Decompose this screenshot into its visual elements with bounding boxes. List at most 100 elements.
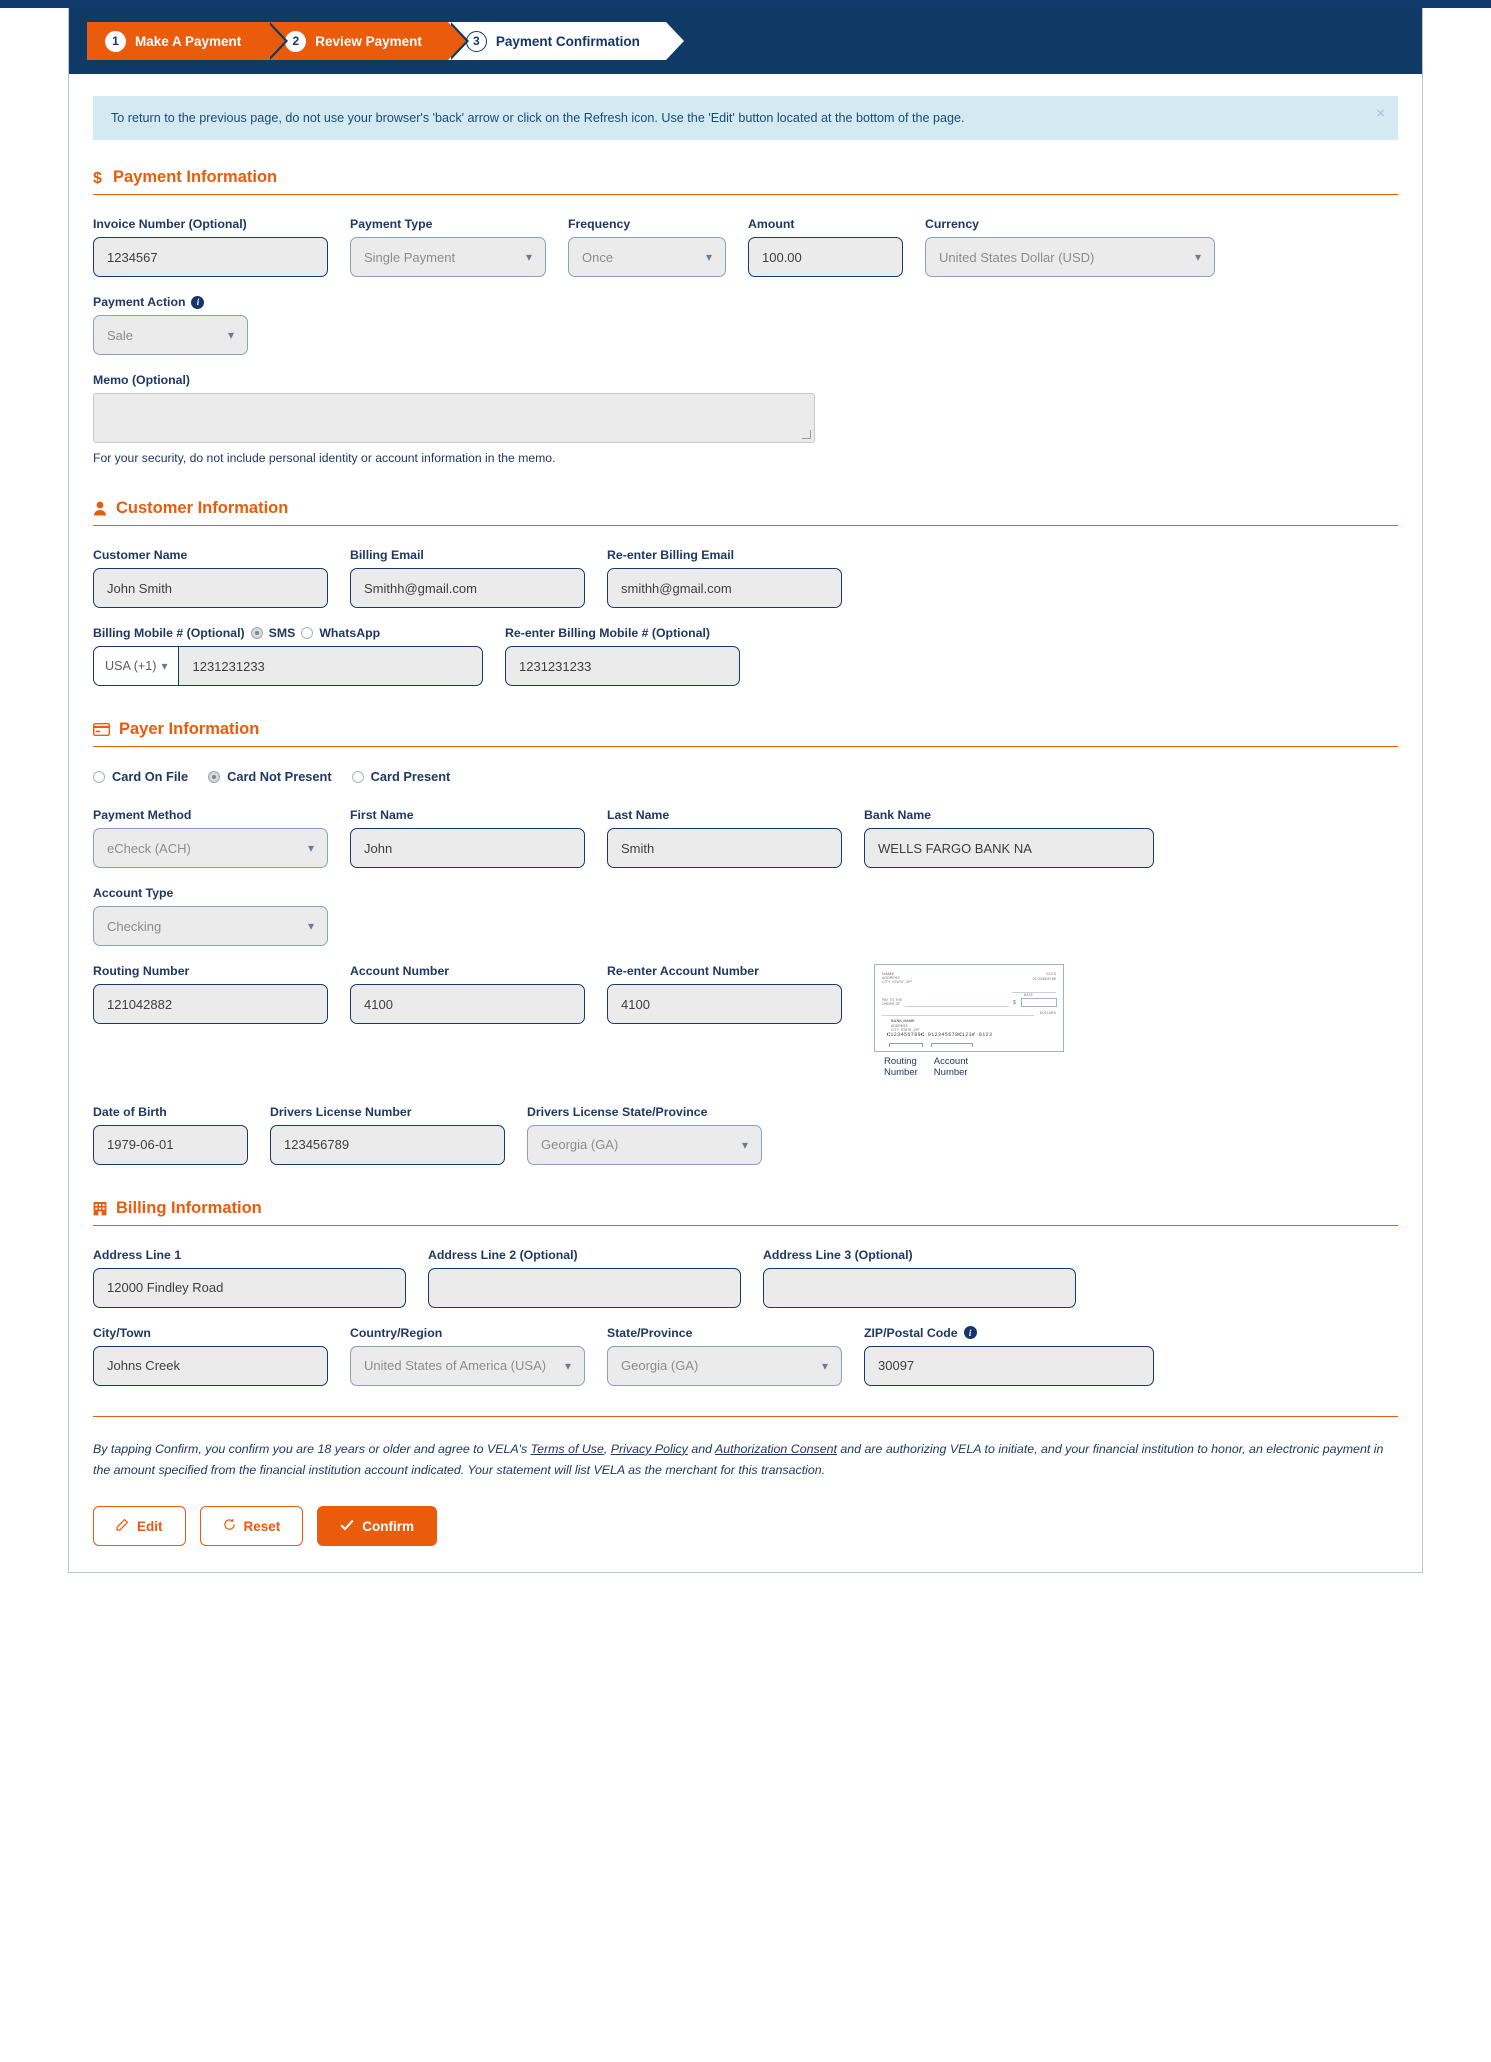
radio-option-card-not-present[interactable]: Card Not Present [208, 769, 332, 784]
field-customer-name: Customer Name John Smith [93, 548, 328, 608]
account-number-input[interactable]: 4100 [350, 984, 585, 1024]
reenter-billing-email-input[interactable]: smithh@gmail.com [607, 568, 842, 608]
info-icon[interactable]: i [191, 295, 205, 309]
reenter-account-number-label: Re-enter Account Number [607, 964, 759, 978]
building-icon [93, 1201, 107, 1216]
reenter-billing-mobile-input[interactable]: 1231231233 [505, 646, 740, 686]
chevron-down-icon: ▾ [564, 1358, 571, 1373]
legal-disclaimer: By tapping Confirm, you confirm you are … [93, 1439, 1398, 1482]
mobile-fields-row: Billing Mobile # (Optional) SMS WhatsApp… [93, 626, 1398, 686]
frequency-select[interactable]: Once ▾ [568, 237, 726, 277]
routing-number-label: Routing Number [93, 964, 190, 978]
drivers-license-state-label: Drivers License State/Province [527, 1104, 708, 1119]
currency-select[interactable]: United States Dollar (USD) ▾ [925, 237, 1215, 277]
section-title: Payment Information [113, 168, 278, 186]
account-type-select[interactable]: Checking ▾ [93, 906, 328, 946]
first-name-label: First Name [350, 808, 414, 822]
customer-name-input[interactable]: John Smith [93, 568, 328, 608]
address-line-1-label: Address Line 1 [93, 1247, 182, 1262]
radio-card-on-file[interactable] [93, 770, 105, 783]
country-code-value: USA (+1) [105, 659, 157, 673]
chevron-down-icon: ▾ [1194, 250, 1201, 264]
customer-name-label: Customer Name [93, 548, 188, 562]
radio-option-card-on-file[interactable]: Card On File [93, 769, 188, 784]
wizard-step-make-a-payment[interactable]: 1 Make A Payment [87, 22, 289, 60]
zip-input[interactable]: 30097 [864, 1345, 1154, 1386]
bank-name-label: Bank Name [864, 808, 931, 822]
drivers-license-number-label: Drivers License Number [270, 1104, 412, 1119]
close-icon[interactable]: × [1376, 106, 1385, 121]
reset-button[interactable]: Reset [199, 1506, 304, 1547]
field-last-name: Last Name Smith [607, 808, 842, 868]
legal-part-1: By tapping Confirm, you confirm you are … [93, 1441, 531, 1456]
country-code-select[interactable]: USA (+1) ▾ [93, 646, 179, 686]
city-input[interactable]: Johns Creek [93, 1345, 328, 1386]
field-memo: Memo (Optional) [93, 373, 815, 443]
billing-mobile-input[interactable]: 1231231233 [178, 646, 483, 686]
field-payment-type: Payment Type Single Payment ▾ [350, 217, 546, 277]
address-line-1-input[interactable]: 12000 Findley Road [93, 1267, 406, 1308]
radio-card-present[interactable] [351, 770, 364, 783]
drivers-license-state-select[interactable]: Georgia (GA) ▾ [527, 1124, 762, 1165]
memo-hint: For your security, do not include person… [93, 451, 556, 465]
address-line-3-label: Address Line 3 (Optional) [763, 1247, 913, 1262]
date-of-birth-input[interactable]: 1979-06-01 [93, 1124, 248, 1165]
check-diagram: NAME ADDRESS CITY, STATE, ZIP 0123 01-23… [874, 964, 1064, 1052]
reenter-billing-email-label: Re-enter Billing Email [607, 548, 735, 562]
radio-whatsapp[interactable] [301, 627, 314, 639]
action-buttons: Edit Reset Confirm [93, 1506, 1398, 1547]
routing-number-input[interactable]: 121042882 [93, 984, 328, 1024]
payment-method-label: Payment Method [93, 808, 192, 822]
field-amount: Amount 100.00 [748, 217, 903, 277]
credit-card-icon [93, 723, 110, 736]
confirm-button[interactable]: Confirm [317, 1506, 438, 1547]
country-select[interactable]: United States of America (USA) ▾ [350, 1345, 585, 1386]
address-line-3-input[interactable] [763, 1267, 1076, 1308]
amount-input[interactable]: 100.00 [748, 237, 903, 277]
chevron-down-icon: ▾ [705, 250, 712, 264]
dollar-icon: $ [93, 169, 104, 187]
chevron-down-icon: ▾ [525, 250, 532, 264]
radio-sms[interactable] [250, 627, 263, 639]
payment-action-value: Sale [107, 327, 134, 343]
terms-of-use-link[interactable]: Terms of Use [531, 1442, 604, 1456]
zip-label: ZIP/Postal Code i [864, 1326, 1154, 1340]
address-line-2-input[interactable] [428, 1267, 741, 1308]
first-name-input[interactable]: John [350, 828, 585, 868]
privacy-policy-link[interactable]: Privacy Policy [611, 1442, 688, 1456]
authorization-consent-link[interactable]: Authorization Consent [715, 1442, 837, 1456]
reenter-billing-mobile-label: Re-enter Billing Mobile # (Optional) [505, 626, 710, 640]
payment-method-select[interactable]: eCheck (ACH) ▾ [93, 828, 328, 868]
field-payment-action: Payment Action i Sale ▾ [93, 295, 248, 355]
chevron-down-icon: ▾ [821, 1358, 828, 1373]
payment-action-select[interactable]: Sale ▾ [93, 315, 248, 355]
info-icon[interactable]: i [963, 1326, 977, 1340]
wizard-step-payment-confirmation[interactable]: 3 Payment Confirmation [447, 22, 687, 60]
drivers-license-number-input[interactable]: 123456789 [270, 1124, 505, 1165]
wizard-step-review-payment[interactable]: 2 Review Payment [267, 22, 469, 60]
field-address-line-1: Address Line 1 12000 Findley Road [93, 1248, 406, 1308]
field-address-line-3: Address Line 3 (Optional) [763, 1248, 1076, 1308]
radio-card-not-present[interactable] [208, 770, 221, 783]
page-container: 1 Make A Payment 2 Review Payment 3 Paym… [0, 8, 1491, 1574]
card-not-present-label: Card Not Present [227, 769, 332, 784]
state-select[interactable]: Georgia (GA) ▾ [607, 1345, 842, 1386]
payment-type-select[interactable]: Single Payment ▾ [350, 237, 546, 277]
last-name-input[interactable]: Smith [607, 828, 842, 868]
bank-name-input[interactable]: WELLS FARGO BANK NA [864, 828, 1154, 868]
field-city: City/Town Johns Creek [93, 1326, 328, 1386]
edit-button[interactable]: Edit [93, 1506, 186, 1547]
memo-textarea[interactable] [93, 393, 815, 443]
section-payer-information-header: Payer Information [93, 720, 1398, 747]
currency-label: Currency [925, 217, 979, 231]
payment-action-label: Payment Action i [93, 295, 248, 309]
billing-email-input[interactable]: Smithh@gmail.com [350, 568, 585, 608]
payment-fields-row: Invoice Number (Optional) 1234567 Paymen… [93, 217, 1398, 277]
account-numbers-row: Routing Number 121042882 Account Number … [93, 964, 1398, 1079]
invoice-number-input[interactable]: 1234567 [93, 237, 328, 277]
radio-option-card-present[interactable]: Card Present [351, 769, 450, 784]
memo-label: Memo (Optional) [93, 373, 191, 387]
field-billing-mobile: Billing Mobile # (Optional) SMS WhatsApp… [93, 626, 483, 686]
country-value: United States of America (USA) [364, 1358, 547, 1374]
reenter-account-number-input[interactable]: 4100 [607, 984, 842, 1024]
